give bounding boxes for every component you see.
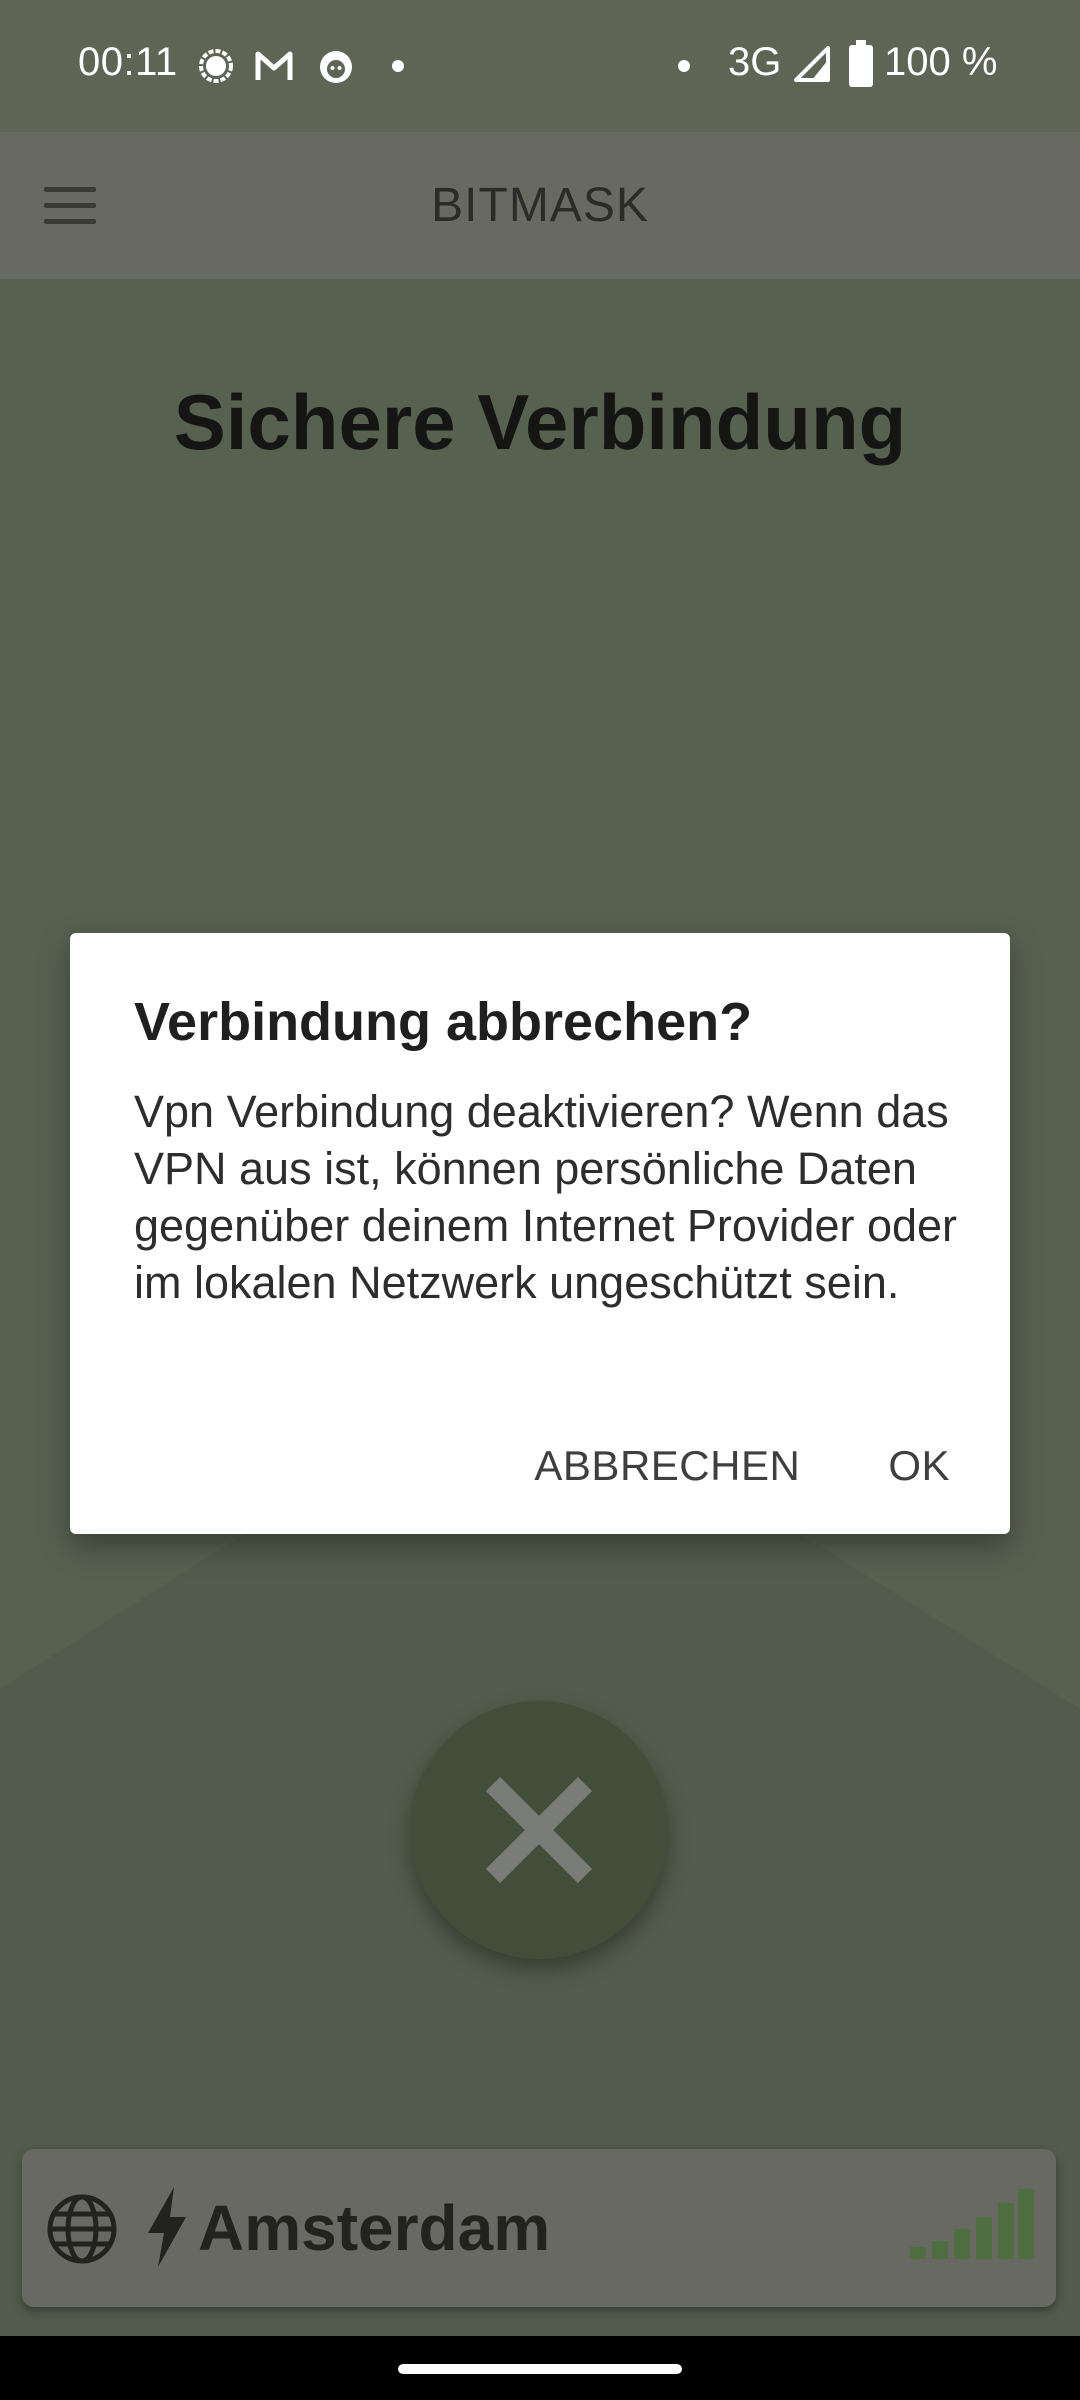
cell-signal-icon: [792, 44, 832, 84]
cancel-button[interactable]: ABBRECHEN: [534, 1442, 800, 1490]
ok-button[interactable]: OK: [888, 1442, 950, 1490]
dialog-title: Verbindung abbrechen?: [134, 992, 753, 1052]
notification-dot: [678, 60, 690, 72]
battery-icon: [848, 40, 874, 88]
network-type: 3G: [728, 40, 782, 84]
location-name: Amsterdam: [198, 2192, 551, 2264]
disconnect-button[interactable]: [410, 1701, 668, 1959]
connection-status-heading: Sichere Verbindung: [173, 378, 907, 466]
status-bar: 00:11 3G 100 %: [0, 0, 1080, 132]
close-x-icon: [485, 1776, 593, 1884]
gmail-icon: [254, 46, 294, 86]
app-title: BITMASK: [431, 179, 649, 232]
signal-strength-icon: [910, 2189, 1034, 2259]
notification-dot: [392, 60, 404, 72]
location-selector[interactable]: Amsterdam: [22, 2149, 1056, 2307]
signal-messenger-icon: [196, 46, 236, 86]
dialog-actions: ABBRECHEN OK: [534, 1442, 950, 1490]
github-icon: [316, 46, 356, 86]
dialog-message: Vpn Verbindung deaktivieren? Wenn das VP…: [134, 1086, 958, 1308]
app-bar: BITMASK: [0, 132, 1080, 279]
home-gesture-handle[interactable]: [398, 2364, 682, 2374]
globe-icon: [47, 2194, 117, 2264]
status-time: 00:11: [78, 40, 178, 84]
lightning-bolt-icon: [148, 2187, 186, 2267]
battery-percent: 100 %: [884, 40, 998, 84]
navigation-bar: [0, 2336, 1080, 2400]
disconnect-dialog: Verbindung abbrechen? Vpn Verbindung dea…: [70, 933, 1010, 1534]
